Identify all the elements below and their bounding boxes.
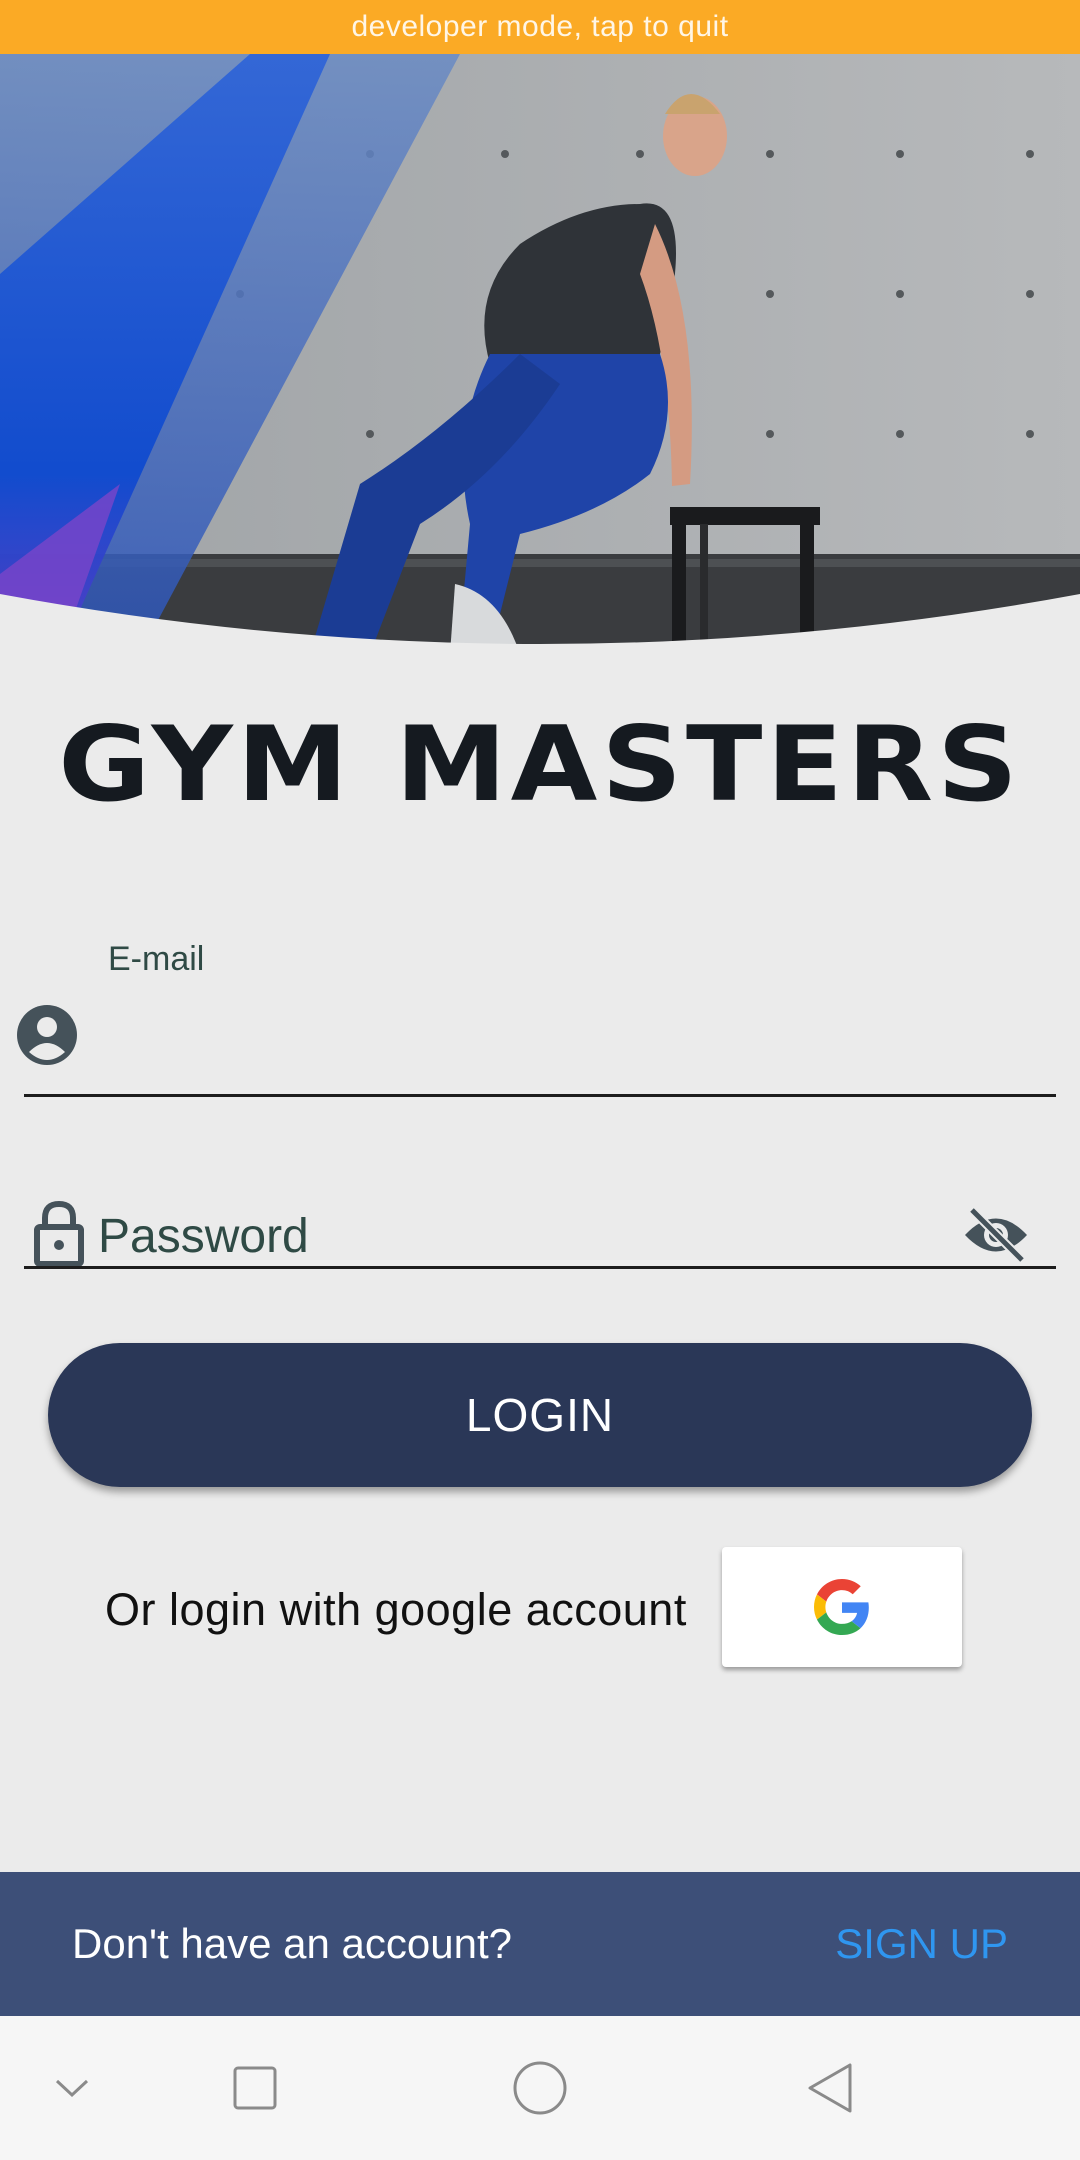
system-nav-bar [0, 2016, 1080, 2160]
nav-back-button[interactable] [790, 2016, 870, 2160]
password-input[interactable] [96, 1200, 940, 1272]
nav-back-icon [808, 2063, 852, 2113]
email-underline [24, 1094, 1056, 1097]
google-icon [814, 1579, 869, 1635]
signup-footer: Don't have an account? SIGN UP [0, 1872, 1080, 2016]
google-login-button[interactable] [722, 1547, 962, 1667]
login-button[interactable]: LOGIN [48, 1343, 1032, 1487]
google-login-prompt: Or login with google account [105, 1584, 687, 1635]
gym-masters-logo: GYM MASTERS [58, 705, 1022, 825]
password-underline [24, 1266, 1056, 1269]
email-input[interactable] [96, 990, 1050, 1062]
hero-image [0, 54, 1080, 654]
nav-home-button[interactable] [500, 2016, 580, 2160]
lock-icon [34, 1200, 84, 1266]
developer-mode-banner[interactable]: developer mode, tap to quit [0, 0, 1080, 54]
signup-link[interactable]: SIGN UP [835, 1872, 1008, 2016]
nav-down-button[interactable] [40, 2016, 104, 2160]
developer-mode-text: developer mode, tap to quit [351, 10, 729, 43]
login-button-label: LOGIN [465, 1389, 615, 1441]
nav-home-icon [513, 2061, 567, 2115]
email-label: E-mail [108, 940, 205, 978]
eye-off-icon[interactable] [962, 1206, 1030, 1264]
nav-recents-button[interactable] [220, 2016, 290, 2160]
person-icon [17, 1005, 77, 1065]
nav-down-icon [55, 2079, 89, 2098]
nav-recents-icon [233, 2066, 277, 2110]
no-account-text: Don't have an account? [72, 1920, 512, 1967]
